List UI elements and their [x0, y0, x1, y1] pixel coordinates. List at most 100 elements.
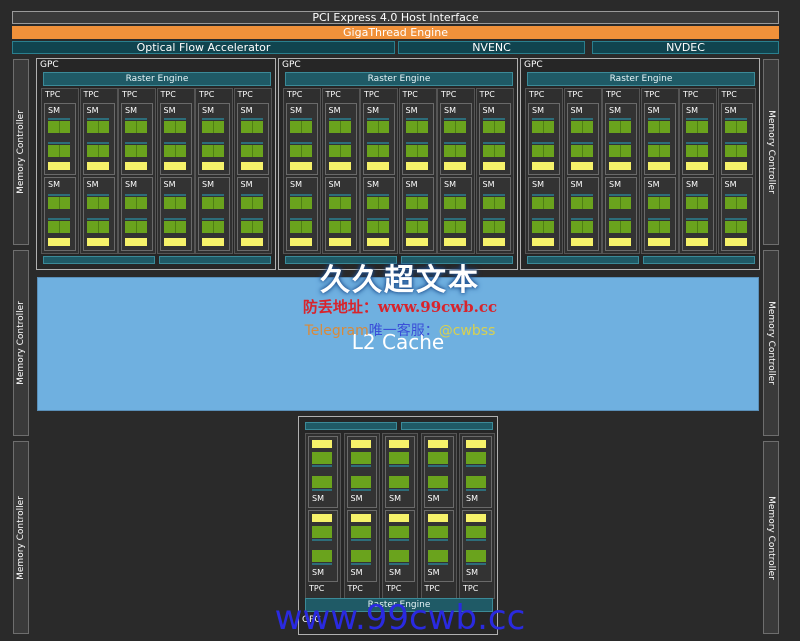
cuda-core-divider: [136, 145, 137, 157]
cuda-core-divider: [735, 145, 737, 157]
sm-block: SM: [286, 177, 318, 251]
cuda-core-divider: [658, 145, 660, 157]
tpc-label: TPC: [424, 584, 440, 593]
register-file: [405, 194, 428, 196]
tpc: TPC SM SM: [156, 88, 195, 254]
rt-core: [367, 238, 389, 246]
rt-core: [48, 162, 70, 170]
sm-label: SM: [724, 106, 737, 115]
cuda-core-group: [466, 452, 486, 464]
register-file: [202, 142, 224, 144]
register-file: [466, 465, 486, 467]
gpc-label: GPC: [40, 60, 59, 70]
register-file: [367, 118, 389, 120]
sm-block: SM: [528, 177, 560, 251]
sm-label: SM: [240, 180, 253, 189]
register-file: [125, 218, 147, 220]
cuda-core-group: [427, 526, 448, 538]
rt-core: [125, 238, 147, 246]
cuda-core-divider: [301, 121, 302, 133]
tpc: TPC SM SM: [233, 88, 272, 254]
tpc-label: TPC: [386, 584, 402, 593]
register-file: [686, 194, 708, 196]
sm-label: SM: [427, 494, 440, 503]
sm-label: SM: [163, 106, 176, 115]
rt-core: [312, 514, 332, 522]
gpc-3: GPC Raster Engine TPC SM SM TPC SM SM TPC SM SM TPC…: [520, 58, 760, 270]
sm-block: SM: [121, 177, 153, 251]
cuda-core-group: [350, 452, 371, 464]
cuda-core-divider: [697, 145, 698, 157]
rt-core: [647, 162, 670, 170]
register-file: [367, 142, 389, 144]
cuda-core-divider: [213, 121, 214, 133]
sm-label: SM: [609, 106, 621, 115]
sm-block: SM: [401, 177, 434, 251]
cuda-core-group: [350, 526, 371, 538]
watermark-contact-line: Telegram唯一客服：@cwbss: [0, 320, 800, 340]
sm-label: SM: [350, 568, 363, 577]
cuda-core-divider: [581, 221, 583, 233]
sm-label: SM: [328, 106, 341, 115]
cuda-core-divider: [416, 121, 418, 133]
cuda-core-group: [312, 452, 332, 464]
cuda-core-divider: [59, 145, 60, 157]
register-file: [724, 118, 747, 120]
sm-block: SM: [198, 103, 230, 175]
sm-label: SM: [125, 106, 137, 115]
cuda-core-group: [466, 526, 486, 538]
cuda-core-group: [389, 452, 409, 464]
sm-block: SM: [423, 510, 454, 582]
sm-label: SM: [202, 180, 214, 189]
cuda-core-divider: [658, 121, 660, 133]
register-file: [48, 118, 70, 120]
tpc-label: TPC: [463, 584, 479, 593]
register-file: [647, 218, 670, 220]
register-file: [570, 194, 593, 196]
register-file: [350, 539, 371, 541]
sm-block: SM: [682, 177, 714, 251]
sm-label: SM: [367, 106, 379, 115]
register-file: [290, 218, 312, 220]
tpc-label: TPC: [309, 584, 325, 593]
sm-label: SM: [290, 106, 302, 115]
optical-flow-accelerator: Optical Flow Accelerator: [12, 41, 395, 54]
rt-core: [86, 238, 109, 246]
rt-core: [570, 162, 593, 170]
tpc: TPC SM SM: [717, 88, 756, 254]
cuda-core-divider: [301, 145, 302, 157]
register-file: [240, 218, 263, 220]
polymorph-engine-bar: [401, 422, 493, 430]
sm-block: SM: [236, 103, 269, 175]
register-file: [86, 218, 109, 220]
rt-core: [202, 238, 224, 246]
sm-label: SM: [312, 494, 324, 503]
cuda-core-divider: [455, 145, 456, 157]
watermark-address: 防丢地址：www.99cwb.cc: [302, 298, 498, 316]
sm-label: SM: [647, 106, 660, 115]
register-file: [609, 142, 631, 144]
register-file: [466, 563, 486, 565]
sm-label: SM: [647, 180, 660, 189]
cuda-core-divider: [339, 221, 341, 233]
sm-label: SM: [290, 180, 302, 189]
rt-core: [482, 162, 505, 170]
rt-core: [405, 238, 428, 246]
rt-core: [444, 238, 466, 246]
cuda-core-divider: [735, 221, 737, 233]
cuda-core-group: [389, 550, 409, 562]
cuda-core-divider: [658, 221, 660, 233]
register-file: [367, 218, 389, 220]
cuda-core-divider: [493, 145, 495, 157]
cuda-core-divider: [455, 197, 456, 209]
register-file: [427, 563, 448, 565]
tpc-label: TPC: [479, 90, 495, 99]
cuda-core-divider: [581, 121, 583, 133]
cuda-core-group: [350, 476, 371, 488]
register-file: [290, 142, 312, 144]
sm-block: SM: [605, 177, 637, 251]
register-file: [686, 118, 708, 120]
cuda-core-divider: [493, 221, 495, 233]
sm-label: SM: [609, 180, 621, 189]
cuda-core-divider: [735, 121, 737, 133]
